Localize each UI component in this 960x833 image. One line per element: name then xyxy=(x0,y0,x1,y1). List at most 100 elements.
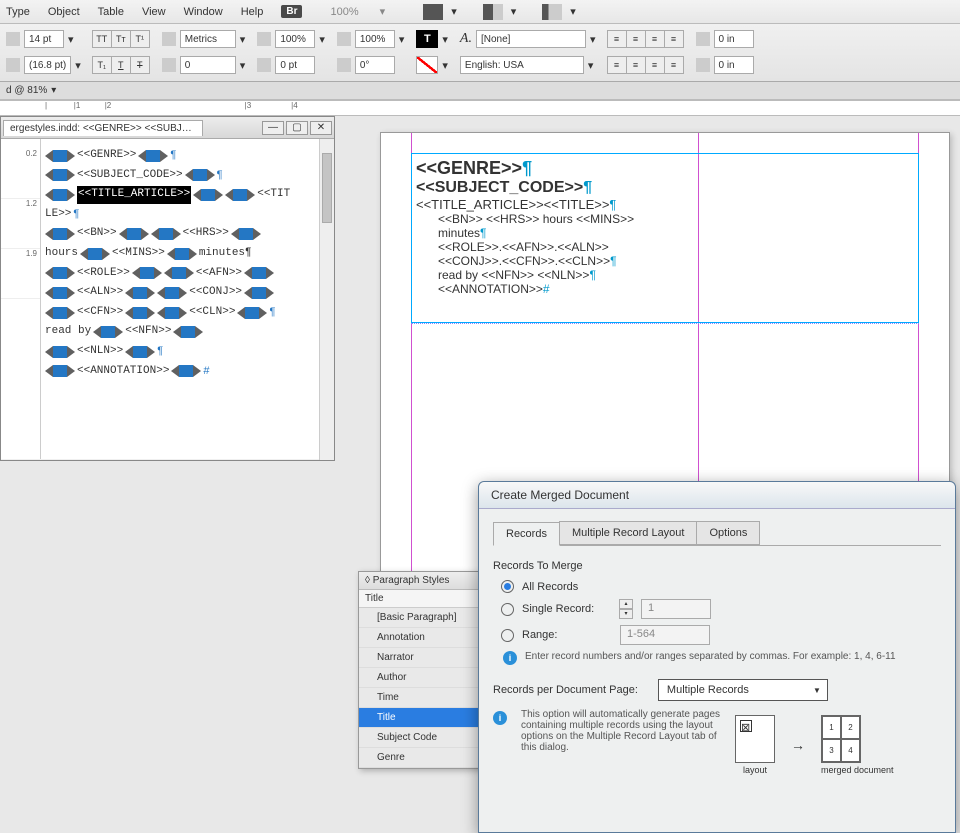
justify-button[interactable]: ≡ xyxy=(664,30,684,48)
charstyle-field[interactable]: [None] xyxy=(476,30,586,48)
language-field[interactable]: English: USA xyxy=(460,56,584,74)
dropdown-arrow[interactable]: ▾ xyxy=(588,59,594,72)
horizontal-ruler[interactable]: | |1 |2 |3 |4 xyxy=(0,100,960,116)
skew-field[interactable]: 0° xyxy=(355,56,395,74)
font-size-field[interactable]: 14 pt xyxy=(24,30,64,48)
justify-right-button[interactable]: ≡ xyxy=(645,56,665,74)
view-icon-3[interactable] xyxy=(542,4,562,20)
dropdown-arrow[interactable]: ▾ xyxy=(319,33,325,46)
kerning-field[interactable]: Metrics xyxy=(180,30,236,48)
paragraph-styles-panel[interactable]: ◊ Paragraph Styles Title [Basic Paragrap… xyxy=(358,571,488,769)
style-item[interactable]: Time xyxy=(359,688,487,708)
minimize-button[interactable]: — xyxy=(262,121,284,135)
radio-all-records[interactable] xyxy=(501,580,514,593)
align-center-button[interactable]: ≡ xyxy=(626,30,646,48)
label-range: Range: xyxy=(522,629,612,641)
fill-color-swatch[interactable]: T xyxy=(416,30,438,48)
align-right-button[interactable]: ≡ xyxy=(645,30,665,48)
tab-multiple-record-layout[interactable]: Multiple Record Layout xyxy=(559,521,698,545)
justify-left-button[interactable]: ≡ xyxy=(607,56,627,74)
style-item[interactable]: Genre xyxy=(359,748,487,768)
dropdown-arrow[interactable]: ▾ xyxy=(442,33,448,46)
indent-right-field[interactable]: 0 in xyxy=(714,56,754,74)
document-tab[interactable]: ergestyles.indd: <<GENRE>> <<SUBJECT... xyxy=(3,120,203,136)
page-line-role: <<ROLE>>.<<AFN>>.<<ALN>> xyxy=(416,240,914,254)
dropdown-arrow[interactable]: ▾ xyxy=(240,33,246,46)
style-item[interactable]: Title xyxy=(359,708,487,728)
records-per-page-dropdown[interactable]: Multiple Records xyxy=(658,679,828,701)
leading-field[interactable]: (16.8 pt) xyxy=(24,56,71,74)
scrollbar-vertical[interactable] xyxy=(319,139,334,460)
scrollbar-thumb[interactable] xyxy=(322,153,332,223)
menu-view[interactable]: View xyxy=(142,6,166,18)
dropdown-arrow[interactable]: ▾ xyxy=(399,33,405,46)
tab-records[interactable]: Records xyxy=(493,522,560,546)
dropdown-arrow[interactable]: ▾ xyxy=(442,59,448,72)
radio-single-record[interactable] xyxy=(501,603,514,616)
justify-center-button[interactable]: ≡ xyxy=(626,56,646,74)
dropdown-arrow[interactable]: ▾ xyxy=(590,33,596,46)
layout-diagram: ⊠ layout → 1 2 3 4 merged document xyxy=(735,715,894,775)
baseline-field[interactable]: 0 pt xyxy=(275,56,315,74)
ruler-mark: 1.9 xyxy=(1,249,40,299)
style-item[interactable]: Subject Code xyxy=(359,728,487,748)
align-buttons-1: ≡≡≡≡ xyxy=(608,28,684,50)
story-editor-titlebar[interactable]: ergestyles.indd: <<GENRE>> <<SUBJECT... … xyxy=(1,117,334,139)
menu-object[interactable]: Object xyxy=(48,6,80,18)
view-dropdown-arrow-3[interactable]: ▾ xyxy=(570,5,576,18)
style-list: [Basic Paragraph]AnnotationNarratorAutho… xyxy=(359,608,487,768)
menu-window[interactable]: Window xyxy=(184,6,223,18)
tab-options[interactable]: Options xyxy=(696,521,760,545)
position-buttons: T₁TT xyxy=(93,54,150,76)
underline-button[interactable]: T xyxy=(111,56,131,74)
arrow-icon: → xyxy=(791,737,805,753)
strikethrough-button[interactable]: T xyxy=(130,56,150,74)
zoom-dropdown-arrow[interactable]: ▾ xyxy=(51,85,56,96)
text-frame[interactable]: <<GENRE>>¶ <<SUBJECT_CODE>>¶ <<TITLE_ART… xyxy=(411,153,919,323)
single-record-spinner[interactable]: ▴▾ xyxy=(619,599,633,619)
dropdown-arrow[interactable]: ▾ xyxy=(68,33,74,46)
zoom-level-label[interactable]: d @ 81% xyxy=(6,85,47,96)
close-button[interactable]: ✕ xyxy=(310,121,332,135)
dropdown-arrow[interactable]: ▾ xyxy=(240,59,246,72)
vscale-icon xyxy=(257,32,271,46)
view-dropdown-arrow[interactable]: ▾ xyxy=(451,5,457,18)
style-item[interactable]: Author xyxy=(359,668,487,688)
view-icon-2[interactable] xyxy=(483,4,503,20)
stroke-color-swatch[interactable] xyxy=(416,56,438,74)
radio-range[interactable] xyxy=(501,629,514,642)
align-left-button[interactable]: ≡ xyxy=(607,30,627,48)
dialog-title[interactable]: Create Merged Document xyxy=(479,482,955,509)
indent-left-field[interactable]: 0 in xyxy=(714,30,754,48)
menu-help[interactable]: Help xyxy=(241,6,264,18)
dropdown-arrow[interactable]: ▾ xyxy=(75,59,81,72)
menu-type[interactable]: Type xyxy=(6,6,30,18)
panel-title[interactable]: ◊ Paragraph Styles xyxy=(359,572,487,590)
single-record-field[interactable]: 1 xyxy=(641,599,711,619)
story-editor-content[interactable]: <<GENRE>> ¶<<SUBJECT_CODE>> ¶<<TITLE_ART… xyxy=(41,139,334,459)
tracking-field[interactable]: 0 xyxy=(180,56,236,74)
subscript-button[interactable]: T₁ xyxy=(92,56,112,74)
diagram-layout-box: ⊠ xyxy=(735,715,775,763)
records-per-page-label: Records per Document Page: xyxy=(493,684,638,696)
superscript-button[interactable]: T¹ xyxy=(130,30,150,48)
zoom-display[interactable]: 100% ▾ xyxy=(330,5,385,18)
caps-buttons: TTTᴛT¹ xyxy=(93,28,150,50)
hscale-icon xyxy=(337,32,351,46)
style-item[interactable]: [Basic Paragraph] xyxy=(359,608,487,628)
small-caps-button[interactable]: Tᴛ xyxy=(111,30,131,48)
all-caps-button[interactable]: TT xyxy=(92,30,112,48)
font-size-icon xyxy=(6,32,20,46)
leading-icon xyxy=(6,58,20,72)
range-field[interactable]: 1-564 xyxy=(620,625,710,645)
hscale-field[interactable]: 100% xyxy=(355,30,395,48)
bridge-button[interactable]: Br xyxy=(281,5,302,18)
maximize-button[interactable]: ▢ xyxy=(286,121,308,135)
view-icon-1[interactable] xyxy=(423,4,443,20)
justify-all-button[interactable]: ≡ xyxy=(664,56,684,74)
view-dropdown-arrow-2[interactable]: ▾ xyxy=(511,5,517,18)
menu-table[interactable]: Table xyxy=(98,6,124,18)
style-item[interactable]: Annotation xyxy=(359,628,487,648)
style-item[interactable]: Narrator xyxy=(359,648,487,668)
vscale-field[interactable]: 100% xyxy=(275,30,315,48)
